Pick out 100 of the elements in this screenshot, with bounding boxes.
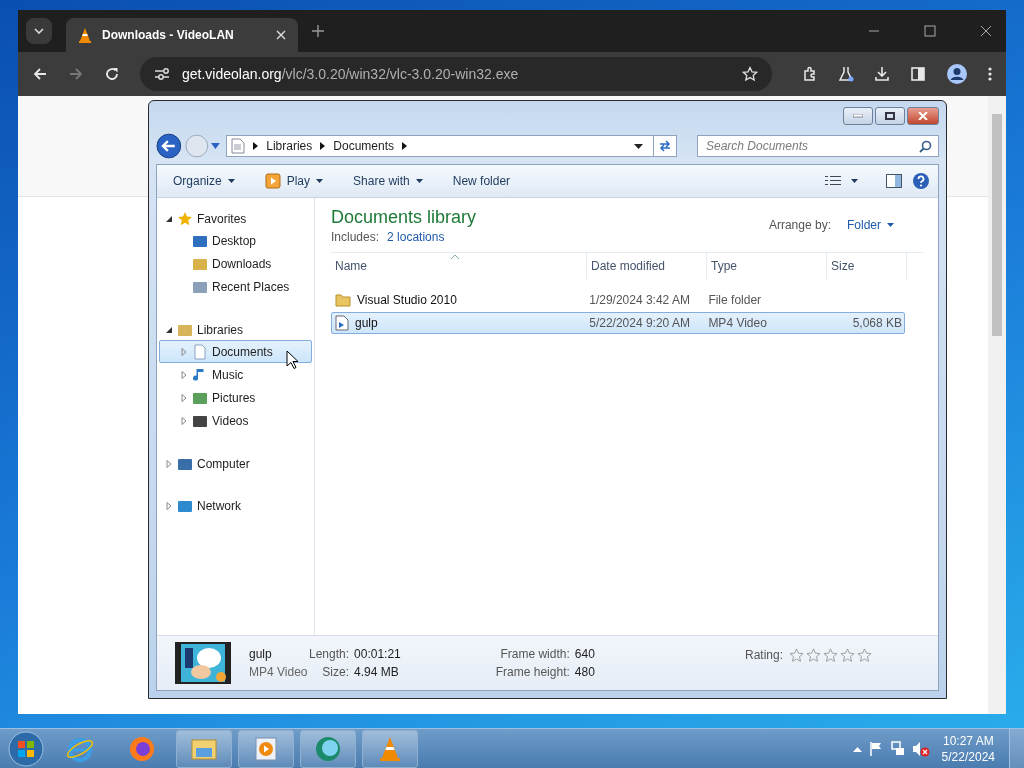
arrange-by-dropdown[interactable]: Folder [841, 217, 900, 233]
back-button[interactable] [156, 133, 182, 159]
star-icon[interactable] [857, 648, 872, 662]
nav-item[interactable]: Documents [159, 340, 312, 363]
tab-search-button[interactable] [26, 18, 52, 44]
star-icon[interactable] [823, 648, 838, 662]
network-icon[interactable] [889, 740, 906, 757]
property-value: 480 [574, 665, 595, 679]
expanded-arrow-icon[interactable] [165, 214, 173, 223]
minimize-icon [853, 114, 863, 118]
video-file-icon [335, 315, 349, 331]
caret-icon [34, 28, 44, 34]
includes-label: Includes: [331, 229, 380, 244]
help-icon[interactable] [912, 172, 930, 190]
new-tab-icon[interactable] [312, 25, 324, 37]
address-bar[interactable]: Libraries Documents [226, 135, 677, 157]
nav-item[interactable]: Videos [159, 409, 312, 432]
side-panel-icon[interactable] [910, 66, 926, 82]
reload-icon[interactable] [104, 66, 120, 82]
clock-date[interactable]: 5/22/2024 [941, 749, 995, 764]
browser-tab[interactable]: Downloads - VideoLAN [66, 18, 298, 52]
dropdown-caret-icon[interactable] [634, 143, 643, 149]
collapsed-arrow-icon[interactable] [180, 393, 188, 402]
file-type: MP4 Video [249, 665, 309, 679]
collapsed-arrow-icon[interactable] [180, 347, 188, 356]
minimize-button[interactable] [843, 107, 873, 125]
search-field[interactable]: Search Documents [697, 135, 939, 157]
chevron-icon[interactable] [402, 142, 407, 150]
maximize-button[interactable] [875, 107, 905, 125]
address-bar[interactable]: get.videolan.org/vlc/3.0.20/win32/vlc-3.0.20-win32.exe [140, 57, 772, 91]
collapsed-arrow-icon[interactable] [165, 459, 173, 468]
folder-icon [335, 293, 351, 307]
maximize-icon[interactable] [924, 25, 936, 37]
file-row[interactable]: Visual Studio 2010 1/29/2024 3:42 AM File folder [331, 289, 905, 311]
site-settings-icon[interactable] [154, 67, 170, 81]
nav-item[interactable]: Favorites [197, 211, 247, 226]
column-header[interactable]: Name [331, 253, 587, 279]
property-value: 00:01:21 [354, 647, 402, 661]
collapsed-arrow-icon[interactable] [165, 501, 173, 510]
star-icon[interactable] [789, 648, 804, 662]
download-icon[interactable] [874, 66, 890, 82]
caret-icon[interactable] [851, 179, 858, 183]
refresh-icon [658, 140, 672, 152]
file-name: gulp [249, 647, 273, 661]
scrollbar[interactable] [988, 96, 1006, 714]
nav-item[interactable]: Music [159, 363, 312, 386]
document-icon [231, 138, 246, 154]
locations-link[interactable]: 2 locations [387, 229, 445, 244]
property-value: 4.94 MB [354, 665, 400, 679]
preview-pane-icon[interactable] [886, 174, 902, 188]
nav-item[interactable]: Libraries [197, 322, 244, 337]
chevron-icon[interactable] [253, 142, 259, 150]
extensions-icon[interactable] [802, 66, 818, 82]
library-title: Documents library [331, 206, 477, 228]
back-icon[interactable] [32, 66, 48, 82]
show-hidden-icons-icon[interactable] [852, 745, 862, 752]
star-icon [177, 210, 193, 227]
search-icon[interactable] [919, 140, 932, 153]
menu-button[interactable]: Share with [345, 172, 431, 190]
star-icon[interactable] [806, 648, 821, 662]
nav-item[interactable]: Network [197, 498, 241, 513]
volume-muted-icon[interactable] [911, 740, 930, 757]
property-label: Size: [321, 665, 350, 679]
toolbar-button[interactable]: New folder [444, 172, 519, 190]
flag-icon[interactable] [867, 740, 884, 757]
view-options-icon[interactable] [825, 175, 841, 187]
recent-pages-caret-icon[interactable] [211, 143, 221, 149]
collapsed-arrow-icon[interactable] [180, 370, 188, 379]
forward-icon[interactable] [68, 66, 84, 82]
start-button[interactable] [6, 728, 46, 768]
column-header[interactable]: Size [827, 253, 907, 279]
chevron-icon[interactable] [320, 142, 326, 150]
close-button[interactable] [907, 107, 939, 125]
file-row[interactable]: gulp 5/22/2024 9:20 AM MP4 Video 5,068 KB [331, 312, 905, 334]
breadcrumb-item[interactable]: Documents [333, 139, 394, 153]
nav-item[interactable]: Pictures [159, 386, 312, 409]
bookmark-star-icon[interactable] [742, 66, 758, 82]
column-header[interactable]: Date modified [587, 253, 707, 279]
property-value: 640 [574, 647, 595, 661]
menu-icon[interactable] [988, 66, 992, 82]
collapsed-arrow-icon[interactable] [180, 416, 188, 425]
column-header[interactable]: Type [707, 253, 827, 279]
menu-button[interactable]: Organize [165, 172, 243, 190]
profile-icon[interactable] [946, 63, 968, 85]
breadcrumb-item[interactable]: Libraries [266, 139, 313, 153]
star-icon[interactable] [840, 648, 855, 662]
close-icon[interactable] [980, 25, 992, 37]
sort-caret-icon [451, 255, 459, 259]
cursor-icon [286, 350, 300, 370]
taskbar-button[interactable] [300, 729, 356, 768]
nav-item[interactable]: Downloads [159, 252, 312, 275]
nav-item[interactable]: Desktop [159, 229, 312, 252]
play-button[interactable]: Play [256, 171, 332, 191]
flask-icon[interactable] [838, 66, 854, 82]
nav-item[interactable]: Computer [197, 456, 250, 471]
caret-icon [316, 179, 324, 183]
taskbar-button[interactable] [238, 729, 294, 768]
doc-icon [192, 343, 208, 360]
expanded-arrow-icon[interactable] [165, 325, 173, 334]
nav-item[interactable]: Recent Places [159, 275, 312, 298]
